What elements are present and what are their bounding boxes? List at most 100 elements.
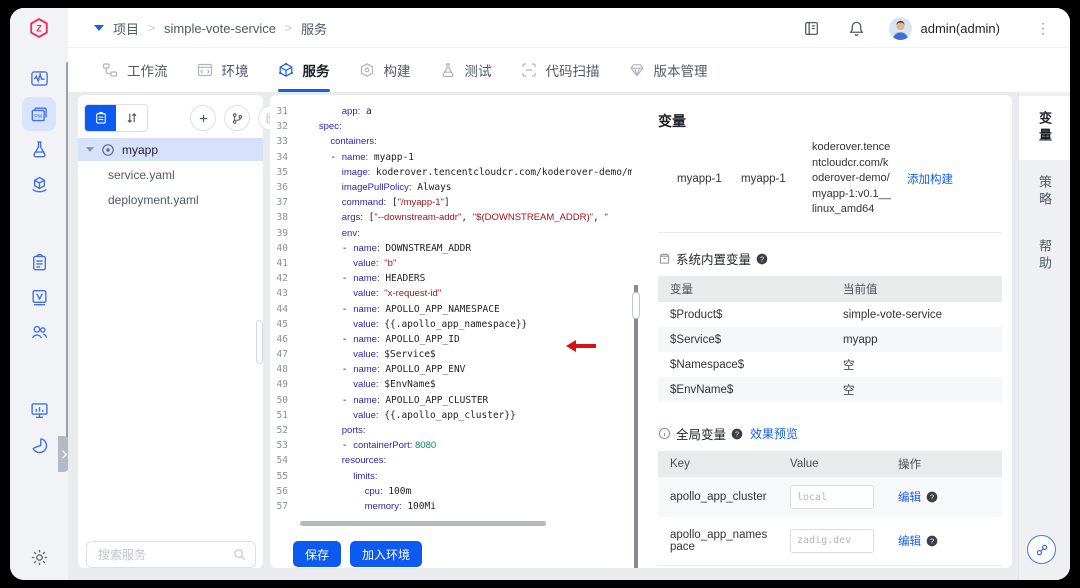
header-actions: admin(admin) ⋮ — [803, 8, 1070, 48]
global-var-row: apollo_app_cluster编辑? — [658, 477, 1002, 517]
table-row: $EnvName$空 — [658, 377, 1002, 402]
var-value-input[interactable] — [790, 485, 874, 509]
right-tab-help[interactable]: 帮助 — [1019, 224, 1070, 288]
help-icon[interactable]: ? — [731, 428, 743, 440]
add-service-button[interactable] — [190, 105, 216, 131]
help-icon[interactable]: ? — [926, 491, 938, 503]
sidebar-item-insight[interactable] — [22, 280, 56, 314]
git-branch-icon — [231, 112, 244, 125]
var-name: $Product$ — [658, 302, 831, 327]
line-number: 43 — [270, 288, 296, 299]
effect-preview-link[interactable]: 效果预览 — [750, 425, 798, 442]
editor-horizontal-scrollbar[interactable] — [300, 521, 546, 526]
caret-down-icon[interactable] — [86, 147, 94, 152]
var-value-input[interactable] — [790, 529, 874, 553]
tab-workflow[interactable]: 工作流 — [102, 48, 168, 92]
edit-link[interactable]: 编辑 — [898, 533, 921, 549]
sidebar-item-clipboard[interactable] — [22, 245, 56, 279]
var-value: 空 — [831, 352, 1002, 377]
tab-label: 代码扫描 — [546, 60, 600, 80]
search-service-input[interactable] — [96, 547, 233, 563]
breadcrumb-item-projects[interactable]: 项目 — [113, 19, 139, 38]
edit-link[interactable]: 编辑 — [898, 489, 921, 505]
sidebar-item-customers[interactable] — [22, 315, 56, 349]
help-icon[interactable]: ? — [756, 253, 768, 265]
save-button[interactable]: 保存 — [293, 541, 341, 567]
service-tree-panel: myapp service.yaml deployment.yaml — [78, 95, 263, 568]
code-line: 44 - name: APOLLO_APP_NAMESPACE — [270, 301, 632, 316]
svg-text:?: ? — [735, 429, 739, 438]
right-tab-policy[interactable]: 策略 — [1019, 160, 1070, 224]
add-variable-link[interactable]: 添加 — [658, 579, 1002, 581]
var-key: apollo_app_namespace — [658, 517, 778, 565]
sidebar-item-data-board[interactable] — [22, 393, 56, 427]
zadig-logo-icon[interactable]: Z — [28, 17, 50, 39]
help-icon[interactable]: ? — [926, 535, 938, 547]
sort-view-button[interactable] — [116, 105, 147, 131]
var-value: myapp — [831, 327, 1002, 352]
table-row: $Service$myapp — [658, 327, 1002, 352]
load-from-repo-button[interactable] — [224, 105, 250, 131]
notifications-bell-icon[interactable] — [848, 20, 865, 37]
environment-icon — [197, 62, 213, 78]
line-number: 48 — [270, 364, 296, 375]
column-header: 当前值 — [831, 276, 1002, 302]
tree-file-service.yaml[interactable]: service.yaml — [108, 168, 175, 182]
delivery-icon — [30, 175, 49, 194]
docs-icon[interactable] — [803, 20, 820, 37]
build-container-name: myapp-1 — [741, 173, 812, 185]
line-number: 53 — [270, 440, 296, 451]
table-header-row: KeyValue操作 — [658, 451, 1002, 477]
editor-vertical-scrollbar-track[interactable] — [634, 285, 638, 568]
box-icon — [658, 252, 671, 265]
breadcrumb-item-project-name[interactable]: simple-vote-service — [164, 21, 276, 36]
sidebar-item-efficiency[interactable] — [22, 428, 56, 462]
right-tab-variables[interactable]: 变量 — [1019, 96, 1070, 160]
tab-build[interactable]: 构建 — [359, 48, 411, 92]
line-number: 56 — [270, 486, 296, 497]
code-line: 36 imagePullPolicy: Always — [270, 180, 632, 195]
code-line: 38 args: ["--downstream-addr", "$(DOWNST… — [270, 210, 632, 225]
flask-icon — [30, 140, 49, 159]
share-link-button[interactable] — [1027, 535, 1056, 564]
editor-buttons: 保存 加入环境 — [293, 541, 422, 567]
tab-environment[interactable]: 环境 — [197, 48, 249, 92]
yaml-editor[interactable]: 31 app: a32 spec:33 containers:34 - name… — [270, 104, 632, 514]
add-build-link[interactable]: 添加构建 — [907, 171, 953, 187]
kebab-menu-icon[interactable]: ⋮ — [1036, 23, 1048, 33]
join-env-button[interactable]: 加入环境 — [350, 541, 422, 567]
tab-service[interactable]: 服务 — [278, 48, 330, 92]
link-icon — [1035, 543, 1049, 557]
editor-vertical-scrollbar-thumb[interactable] — [632, 292, 640, 319]
sidebar-item-tests[interactable] — [22, 132, 56, 166]
tab-code-scan[interactable]: 代码扫描 — [521, 48, 600, 92]
tab-version[interactable]: 版本管理 — [629, 48, 708, 92]
breadcrumb: 项目 > simple-vote-service > 服务 — [94, 8, 327, 48]
sidebar-item-settings[interactable] — [22, 540, 56, 574]
code-line: 56 cpu: 100m — [270, 484, 632, 499]
code-line: 52 ports: — [270, 423, 632, 438]
line-number: 44 — [270, 304, 296, 315]
username[interactable]: admin(admin) — [921, 21, 1000, 36]
tree-scrollbar[interactable] — [256, 320, 263, 364]
sidebar-item-projects[interactable]: PM — [22, 97, 56, 131]
tree-node-myapp[interactable]: myapp — [78, 138, 263, 161]
tree-file-deployment.yaml[interactable]: deployment.yaml — [108, 193, 199, 207]
sidebar-item-dashboard[interactable] — [22, 61, 56, 95]
sidebar-item-delivery[interactable] — [22, 167, 56, 201]
tab-label: 环境 — [222, 60, 249, 80]
project-switcher-caret-icon[interactable] — [94, 25, 104, 31]
service-search — [86, 541, 256, 568]
panel-title: 变量 — [658, 111, 1002, 131]
breadcrumb-item-current: 服务 — [301, 19, 327, 38]
add-label: 添加 — [675, 579, 699, 581]
list-view-button[interactable] — [85, 105, 116, 131]
tab-test[interactable]: 测试 — [440, 48, 492, 92]
var-value: simple-vote-service — [831, 302, 1002, 327]
system-vars-table: 变量当前值$Product$simple-vote-service$Servic… — [658, 276, 1002, 402]
line-number: 51 — [270, 410, 296, 421]
pie-icon — [30, 436, 49, 455]
module-tabbar: 工作流 环境 服务构建测试 代码扫描 版本管理 — [68, 48, 1070, 92]
user-avatar[interactable] — [889, 17, 912, 40]
tree-toolbar — [84, 104, 284, 132]
